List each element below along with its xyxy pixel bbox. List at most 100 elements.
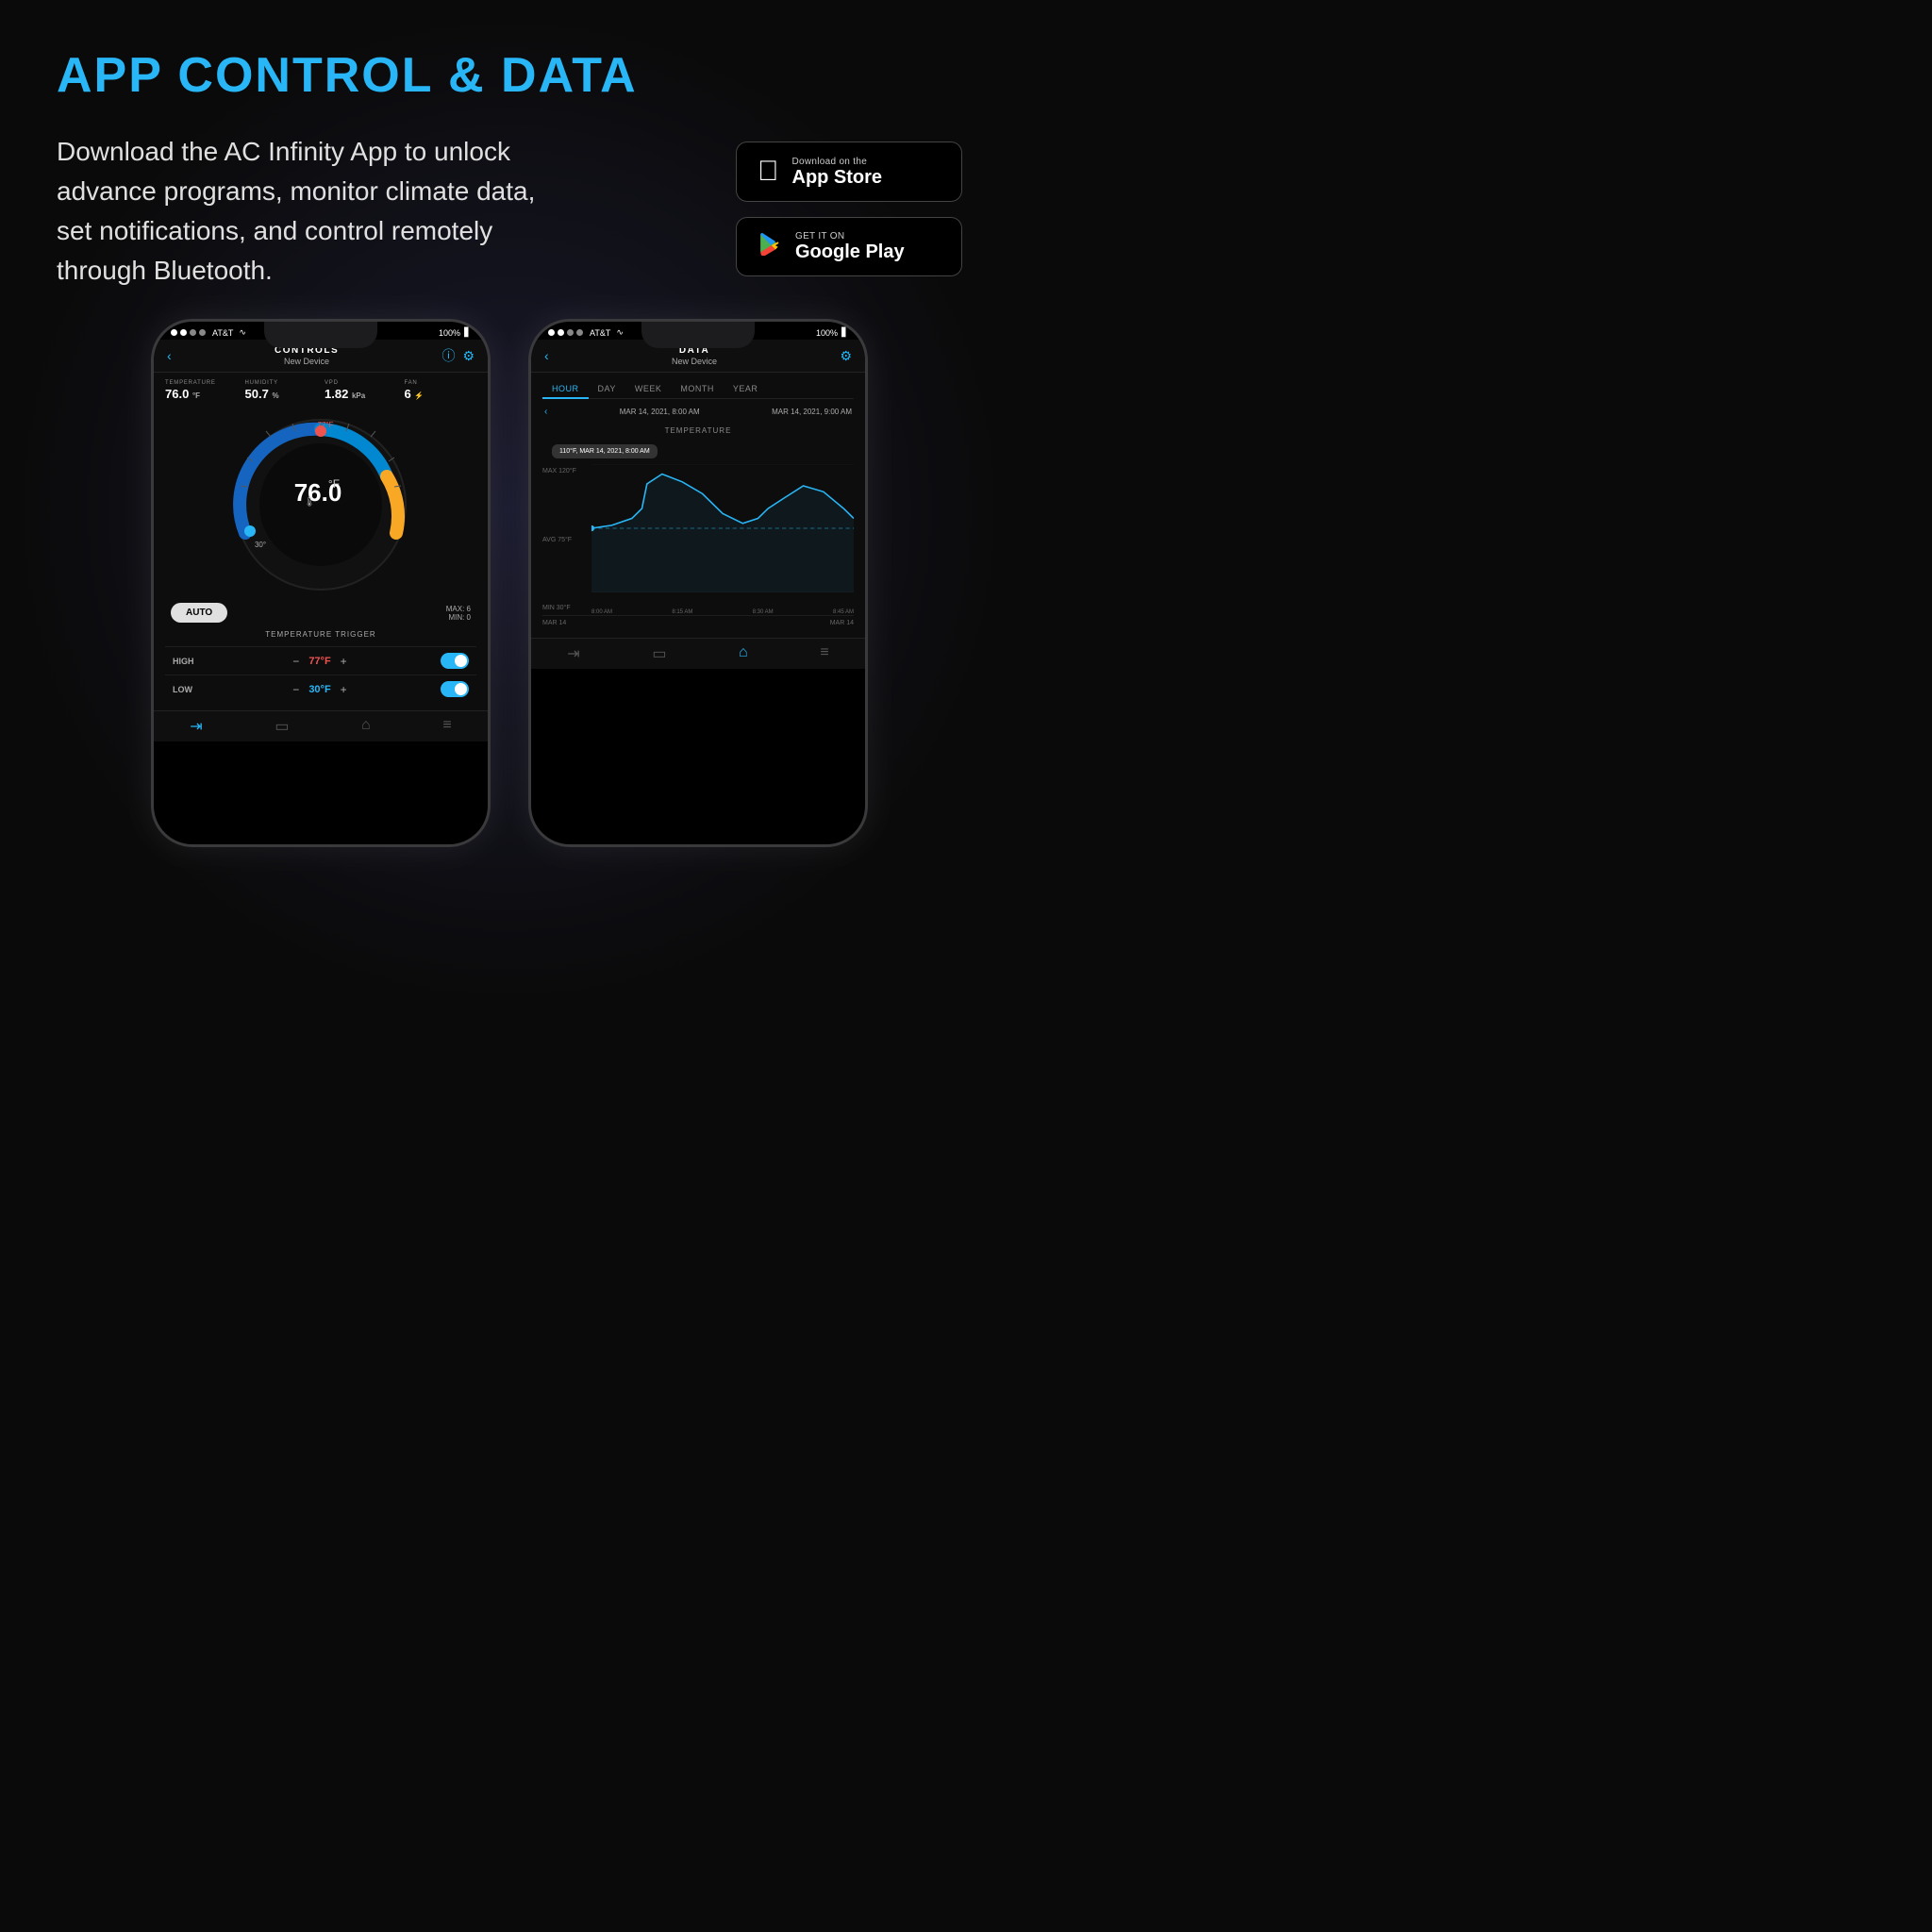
data-bottom-nav-chart[interactable]: ▭ (652, 644, 666, 663)
x-label-4: 8:45 AM (833, 609, 854, 615)
trigger-low-toggle[interactable] (441, 681, 469, 697)
app-store-large-text: App Store (792, 167, 883, 188)
bottom-nav-chart[interactable]: ▭ (275, 717, 289, 736)
app-store-button[interactable]:  Download on the App Store (736, 142, 962, 202)
data-bottom-nav-data[interactable]: ⌂ (739, 644, 748, 663)
phone-controls-screen: AT&T ∿ 4:48PM 100% ▋ ‹ CONTROLS New Devi… (154, 322, 488, 844)
bottom-nav-home[interactable]: ⇥ (190, 717, 202, 736)
tab-hour[interactable]: HOUR (542, 380, 589, 399)
data-device-name: New Device (549, 357, 841, 366)
page-container: APP CONTROL & DATA Download the AC Infin… (0, 0, 1019, 1019)
tab-year[interactable]: YEAR (724, 380, 768, 398)
temperature-label: TEMPERATURE (165, 380, 238, 386)
bottom-nav-data[interactable]: ⌂ (361, 717, 371, 736)
phone-data-frame: AT&T ∿ 4:48PM 100% ▋ ‹ DATA New Device (528, 319, 868, 847)
humidity-metric: HUMIDITY 50.7 % (245, 380, 318, 401)
date-label-start: MAR 14 (542, 620, 566, 626)
data-dot4 (576, 329, 583, 336)
trigger-high-toggle[interactable] (441, 653, 469, 669)
controls-info-icon[interactable]: ⓘ (441, 346, 455, 365)
data-time: 4:48PM (703, 327, 736, 338)
vpd-value: 1.82 kPa (325, 387, 397, 401)
svg-text:°F: °F (328, 477, 340, 491)
chart-title: TEMPERATURE (542, 426, 854, 435)
trigger-section-title: TEMPERATURE TRIGGER (165, 630, 476, 639)
controls-content: TEMPERATURE 76.0 °F HUMIDITY 50.7 % (154, 373, 488, 710)
data-dot3 (567, 329, 574, 336)
max-min-text: MAX: 6 MIN: 0 (446, 605, 471, 622)
chart-y-labels: MAX 120°F AVG 75°F MIN 30°F (542, 464, 576, 615)
trigger-high-label: HIGH (173, 657, 199, 666)
max-label: MAX: 6 (446, 605, 471, 613)
app-store-text: Download on the App Store (792, 157, 883, 188)
trigger-high-minus[interactable]: − (292, 655, 299, 668)
phones-row: AT&T ∿ 4:48PM 100% ▋ ‹ CONTROLS New Devi… (57, 319, 962, 847)
x-label-1: 8:00 AM (591, 609, 612, 615)
chart-svg-container (591, 464, 854, 592)
data-carrier: AT&T (590, 328, 610, 338)
tab-day[interactable]: DAY (589, 380, 625, 398)
trigger-high-controls: − 77°F + (292, 655, 346, 668)
bottom-nav-settings[interactable]: ≡ (442, 717, 451, 736)
data-bottom-nav-settings[interactable]: ≡ (820, 644, 828, 663)
controls-screen-title: CONTROLS (172, 345, 442, 356)
svg-text:🌡: 🌡 (304, 496, 316, 508)
apple-icon:  (758, 156, 779, 188)
dot1 (171, 329, 177, 336)
date-prev-arrow[interactable]: ‹ (544, 407, 547, 417)
trigger-low-minus[interactable]: − (292, 683, 299, 696)
data-bottom-nav-home[interactable]: ⇥ (567, 644, 579, 663)
data-dot2 (558, 329, 564, 336)
trigger-low-value: 30°F (308, 684, 330, 695)
y-label-min: MIN 30°F (542, 605, 576, 611)
controls-device-name: New Device (172, 357, 442, 366)
min-label: MIN: 0 (446, 613, 471, 622)
svg-text:30°: 30° (255, 541, 266, 549)
y-label-avg: AVG 75°F (542, 537, 576, 543)
x-label-2: 8:15 AM (672, 609, 692, 615)
chart-svg (591, 464, 854, 592)
data-nav-bar: ‹ DATA New Device ⚙ (531, 340, 865, 373)
trigger-low-plus[interactable]: + (341, 683, 347, 696)
tab-week[interactable]: WEEK (625, 380, 672, 398)
fan-label: FAN (405, 380, 477, 386)
y-label-max: MAX 120°F (542, 468, 576, 475)
store-buttons-block:  Download on the App Store (736, 142, 962, 276)
controls-settings-icon[interactable]: ⚙ (462, 348, 475, 364)
data-settings-icon[interactable]: ⚙ (840, 348, 852, 364)
date-nav-row: ‹ MAR 14, 2021, 8:00 AM MAR 14, 2021, 9:… (542, 407, 854, 417)
app-store-small-text: Download on the (792, 157, 883, 167)
date-label-end: MAR 14 (830, 620, 854, 626)
metrics-row: TEMPERATURE 76.0 °F HUMIDITY 50.7 % (165, 380, 476, 401)
temperature-value: 76.0 °F (165, 387, 238, 401)
content-row: Download the AC Infinity App to unlock a… (57, 132, 962, 291)
data-dot1 (548, 329, 555, 336)
vpd-label: VPD (325, 380, 397, 386)
svg-text:77°F: 77°F (318, 421, 334, 429)
dot2 (180, 329, 187, 336)
trigger-low-controls: − 30°F + (292, 683, 346, 696)
google-play-button[interactable]: GET IT ON Google Play (736, 217, 962, 276)
data-screen-title: DATA (549, 345, 841, 356)
controls-carrier: AT&T (212, 328, 233, 338)
data-status-bar: AT&T ∿ 4:48PM 100% ▋ (531, 322, 865, 340)
trigger-high-plus[interactable]: + (341, 655, 347, 668)
phone-controls-frame: AT&T ∿ 4:48PM 100% ▋ ‹ CONTROLS New Devi… (151, 319, 491, 847)
x-label-3: 8:30 AM (753, 609, 774, 615)
dial-svg: 76.0 °F 🌡 77°F 30° (226, 410, 415, 599)
tab-month[interactable]: MONTH (671, 380, 724, 398)
trigger-high-value: 77°F (308, 656, 330, 667)
humidity-label: HUMIDITY (245, 380, 318, 386)
controls-bottom-nav: ⇥ ▭ ⌂ ≡ (154, 710, 488, 741)
trigger-row-low: LOW − 30°F + (165, 675, 476, 703)
left-text-block: Download the AC Infinity App to unlock a… (57, 132, 698, 291)
chart-area: MAX 120°F AVG 75°F MIN 30°F (542, 464, 854, 615)
controls-time: 4:48PM (325, 327, 358, 338)
chart-tooltip: 110°F, MAR 14, 2021, 8:00 AM (552, 444, 658, 458)
data-bottom-nav: ⇥ ▭ ⌂ ≡ (531, 638, 865, 669)
auto-button[interactable]: AUTO (171, 603, 227, 623)
date-row: MAR 14 MAR 14 (542, 615, 854, 630)
controls-nav-bar: ‹ CONTROLS New Device ⓘ ⚙ (154, 340, 488, 373)
google-play-icon (758, 231, 782, 262)
vpd-metric: VPD 1.82 kPa (325, 380, 397, 401)
